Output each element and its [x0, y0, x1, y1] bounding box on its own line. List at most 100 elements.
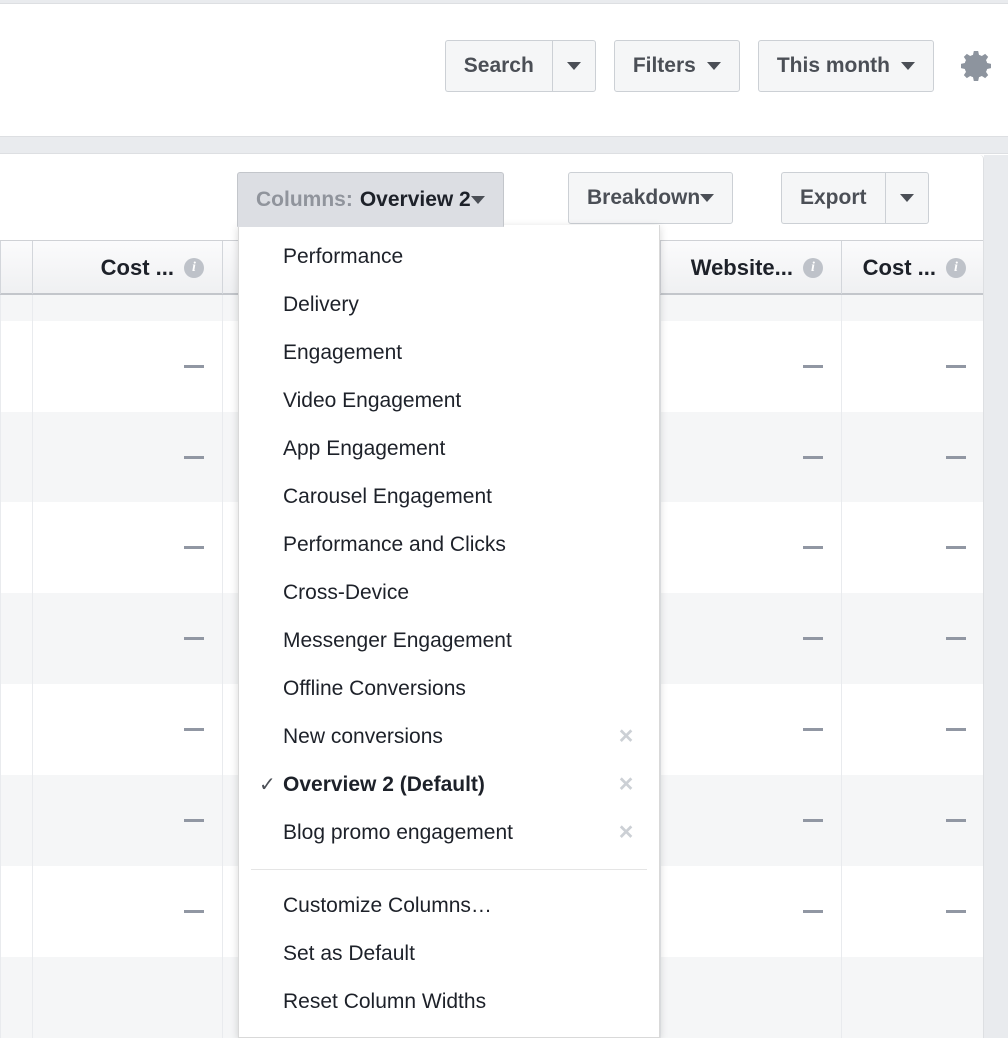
search-button-label: Search [464, 54, 534, 78]
empty-value-dash [184, 365, 204, 368]
breakdown-button[interactable]: Breakdown [568, 172, 733, 224]
check-icon: ✓ [259, 775, 276, 795]
info-icon[interactable]: i [184, 258, 204, 278]
menu-item-preset[interactable]: New conversions × [239, 713, 659, 761]
menu-item-label: Cross-Device [283, 581, 637, 605]
chevron-down-icon [900, 194, 914, 202]
empty-value-dash [184, 637, 204, 640]
filters-button[interactable]: Filters [614, 40, 740, 92]
empty-value-dash [184, 456, 204, 459]
menu-item-preset[interactable]: Carousel Engagement [239, 473, 659, 521]
chevron-down-icon [901, 62, 915, 70]
close-icon[interactable]: × [615, 726, 637, 748]
table-column-header[interactable]: Website... i [660, 241, 841, 294]
date-range-button-label: This month [777, 54, 890, 78]
empty-value-dash [184, 546, 204, 549]
table-cell [841, 593, 984, 684]
search-button[interactable]: Search [445, 40, 552, 92]
table-cell [0, 775, 32, 866]
empty-value-dash [946, 456, 966, 459]
gear-icon[interactable] [956, 46, 996, 86]
table-cell [32, 295, 222, 321]
empty-value-dash [803, 728, 823, 731]
menu-item-preset[interactable]: Offline Conversions [239, 665, 659, 713]
menu-item-label: Delivery [283, 293, 637, 317]
empty-value-dash [184, 819, 204, 822]
table-column-header[interactable]: Cost ... i [841, 241, 984, 294]
export-dropdown-toggle[interactable] [885, 172, 929, 224]
menu-item-preset[interactable]: Cross-Device [239, 569, 659, 617]
table-cell [32, 593, 222, 684]
table-column-header-label: Cost ... [863, 255, 936, 281]
menu-item-preset[interactable]: App Engagement [239, 425, 659, 473]
table-cell [841, 684, 984, 775]
export-button-group[interactable]: Export [781, 172, 929, 224]
table-cell [32, 866, 222, 957]
empty-value-dash [803, 546, 823, 549]
menu-item-label: Performance [283, 245, 637, 269]
table-column-header[interactable] [0, 241, 32, 294]
menu-item-action[interactable]: Customize Columns… [239, 882, 659, 930]
date-range-button[interactable]: This month [758, 40, 934, 92]
menu-item-preset[interactable]: Performance [239, 233, 659, 281]
table-cell [841, 866, 984, 957]
chevron-down-icon [700, 194, 714, 202]
table-cell [660, 593, 841, 684]
close-icon[interactable]: × [615, 822, 637, 844]
close-icon[interactable]: × [615, 774, 637, 796]
search-dropdown-toggle[interactable] [552, 40, 596, 92]
table-cell [0, 412, 32, 502]
table-cell [660, 295, 841, 321]
menu-item-preset[interactable]: Delivery [239, 281, 659, 329]
table-cell [841, 775, 984, 866]
columns-dropdown-menu[interactable]: Performance Delivery Engagement Video Engag… [238, 225, 660, 1038]
menu-item-action[interactable]: Set as Default [239, 930, 659, 978]
empty-value-dash [184, 728, 204, 731]
table-cell [0, 502, 32, 593]
table-cell [0, 866, 32, 957]
table-cell [0, 593, 32, 684]
empty-value-dash [803, 637, 823, 640]
chevron-down-icon [471, 196, 485, 204]
info-icon[interactable]: i [946, 258, 966, 278]
menu-item-preset[interactable]: Messenger Engagement [239, 617, 659, 665]
table-cell [841, 957, 984, 1038]
menu-item-action[interactable]: Reset Column Widths [239, 978, 659, 1026]
info-icon[interactable]: i [803, 258, 823, 278]
table-cell [0, 957, 32, 1038]
right-gutter [984, 155, 1008, 1038]
table-cell [32, 502, 222, 593]
table-cell [0, 295, 32, 321]
menu-item-preset[interactable]: ✓ Overview 2 (Default) × [239, 761, 659, 809]
columns-button[interactable]: Columns: Overview 2 [237, 172, 504, 227]
table-cell [841, 321, 984, 412]
table-cell [660, 775, 841, 866]
empty-value-dash [946, 365, 966, 368]
menu-item-preset[interactable]: Video Engagement [239, 377, 659, 425]
menu-item-preset[interactable]: Engagement [239, 329, 659, 377]
menu-item-preset[interactable]: Performance and Clicks [239, 521, 659, 569]
menu-item-preset[interactable]: Blog promo engagement × [239, 809, 659, 857]
export-button[interactable]: Export [781, 172, 885, 224]
table-cell [0, 321, 32, 412]
menu-item-label: Video Engagement [283, 389, 637, 413]
table-cell [660, 957, 841, 1038]
table-column-header[interactable]: Cost ...i [32, 241, 222, 294]
menu-item-label: Blog promo engagement [283, 821, 603, 845]
table-cell [32, 412, 222, 502]
chevron-down-icon [707, 62, 721, 70]
chevron-down-icon [567, 62, 581, 70]
search-button-group[interactable]: Search [445, 40, 596, 92]
columns-button-prefix: Columns: [256, 188, 353, 212]
table-cell [660, 412, 841, 502]
empty-value-dash [946, 819, 966, 822]
table-cell [32, 684, 222, 775]
table-column-header-label: Website... [691, 255, 793, 281]
empty-value-dash [184, 910, 204, 913]
header-bar: Search Filters This month [0, 4, 1008, 136]
menu-item-label: Offline Conversions [283, 677, 637, 701]
empty-value-dash [946, 910, 966, 913]
table-cell [32, 321, 222, 412]
menu-item-label: Overview 2 (Default) [283, 773, 603, 797]
menu-item-label: New conversions [283, 725, 603, 749]
